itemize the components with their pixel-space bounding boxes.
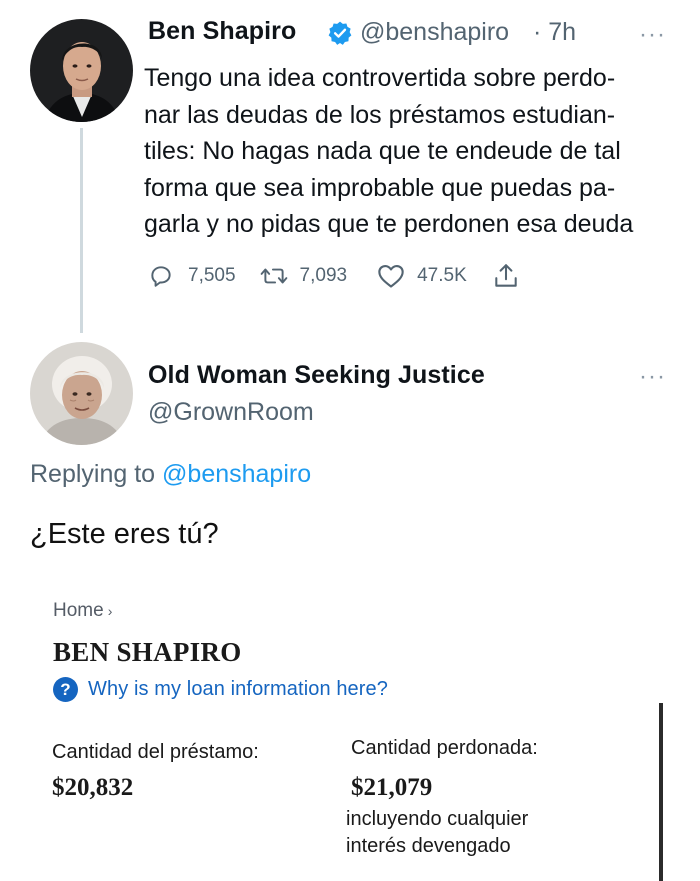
forgiven-amount-label: Cantidad perdonada: — [351, 737, 538, 759]
loan-amount-label: Cantidad del préstamo: — [52, 741, 259, 763]
tweet-action-bar: 7,505 7,093 47.5K — [148, 258, 519, 294]
interest-note-line: incluyendo cualquier — [346, 808, 529, 830]
share-icon — [495, 264, 517, 287]
breadcrumb-home-link[interactable]: Home — [53, 600, 104, 621]
loan-amount-value: $20,832 — [52, 774, 134, 801]
reply-icon — [151, 266, 171, 287]
old-woman-avatar[interactable] — [30, 342, 133, 445]
like-count: 47.5K — [417, 265, 467, 286]
tweet-author-handle[interactable]: @benshapiro — [360, 18, 509, 47]
tweet-text: Tengo una idea controvertida sobre perdo… — [144, 60, 692, 243]
retweet-button[interactable]: 7,093 — [260, 263, 348, 289]
thread-connector-line — [80, 128, 83, 333]
tweet-text-line: forma que sea improbable que puedas pa- — [144, 173, 616, 202]
page-title: BEN SHAPIRO — [53, 637, 242, 667]
reply-count: 7,505 — [188, 265, 236, 286]
forgiven-amount-value: $21,079 — [351, 774, 433, 801]
help-link-text[interactable]: Why is my loan information here? — [88, 678, 388, 701]
reply-author-name[interactable]: Old Woman Seeking Justice — [148, 361, 485, 390]
reply-text: ¿Este eres tú? — [30, 518, 219, 550]
breadcrumb-chevron-icon: › — [107, 603, 113, 619]
retweet-icon — [260, 268, 287, 284]
reply-more-options-icon[interactable]: ··· — [639, 365, 666, 389]
like-button[interactable]: 47.5K — [377, 263, 467, 289]
interest-note-line: interés devengado — [346, 835, 511, 857]
tweet-text-line: tiles: No hagas nada que te endeude de t… — [144, 137, 621, 165]
tweet-author-name[interactable]: Ben Shapiro — [148, 17, 296, 46]
heart-icon — [378, 265, 404, 288]
tweet-text-line: nar las deudas de los préstamos estudian… — [144, 100, 616, 129]
tweet-more-options-icon[interactable]: ··· — [639, 23, 666, 47]
replying-to-label: Replying to — [30, 460, 163, 488]
loan-help-link[interactable]: ? Why is my loan information here? — [53, 677, 388, 702]
reply-button[interactable]: 7,505 — [148, 263, 236, 289]
replying-to-handle-link[interactable]: @benshapiro — [162, 460, 311, 488]
verified-badge-icon — [327, 20, 353, 51]
share-button[interactable] — [493, 262, 519, 290]
tweet-text-line: garla y no pidas que te perdonen esa deu… — [144, 210, 634, 238]
breadcrumb: Home › — [53, 600, 112, 622]
question-icon: ? — [53, 677, 78, 702]
scrollbar[interactable] — [659, 703, 663, 881]
reply-author-handle[interactable]: @GrownRoom — [148, 398, 314, 427]
ben-shapiro-avatar[interactable] — [30, 19, 133, 122]
retweet-count: 7,093 — [299, 265, 348, 286]
tweet-text-line: Tengo una idea controvertida sobre perdo… — [144, 64, 616, 92]
replying-to-line: Replying to @benshapiro — [30, 460, 311, 489]
tweet-timestamp[interactable]: · 7h — [533, 18, 576, 47]
interest-note: incluyendo cualquier interés devengado — [346, 806, 528, 860]
